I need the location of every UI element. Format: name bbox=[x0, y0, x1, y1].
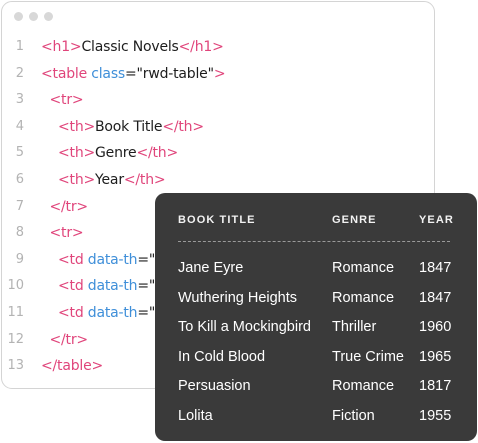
cell-title: Jane Eyre bbox=[178, 260, 244, 276]
code-text: <td data-th="B bbox=[41, 247, 165, 274]
code-tag-token: <tr> bbox=[41, 92, 84, 109]
table-row: Wuthering Heights Romance 1847 bbox=[155, 290, 477, 310]
window-dot-3[interactable] bbox=[44, 12, 53, 21]
cell-genre: Romance bbox=[332, 378, 395, 394]
code-tag-token: <tr> bbox=[41, 225, 84, 242]
code-tag-token: </h1> bbox=[178, 39, 224, 55]
code-tag-token: </th> bbox=[136, 145, 178, 162]
cell-year: 1965 bbox=[419, 348, 452, 365]
cell-year: 1960 bbox=[419, 319, 452, 335]
cell-genre: Thriller bbox=[332, 319, 377, 335]
cell-genre: Romance bbox=[332, 260, 395, 276]
code-line[interactable]: 4 <th>Book Title</th> bbox=[2, 114, 434, 141]
code-text: </tr> bbox=[41, 194, 89, 221]
code-line[interactable]: 2 <table class="rwd-table"> bbox=[2, 61, 434, 88]
cell-genre: Romance bbox=[332, 289, 395, 306]
code-tag-token: <th> bbox=[41, 171, 96, 188]
code-text-token: Year bbox=[95, 171, 124, 188]
cell-year: 1955 bbox=[419, 407, 452, 424]
header-book-title: BOOK TITLE bbox=[178, 214, 256, 226]
window-dot-2[interactable] bbox=[29, 12, 38, 21]
code-tag-token: <h1> bbox=[41, 39, 82, 55]
code-text: <td data-th="G bbox=[41, 273, 166, 300]
code-text: <th>Genre</th> bbox=[41, 140, 178, 167]
line-number: 9 bbox=[15, 251, 24, 267]
code-line[interactable]: 5 <th>Genre</th> bbox=[2, 140, 434, 167]
line-number: 10 bbox=[7, 278, 24, 294]
cell-title: In Cold Blood bbox=[178, 348, 266, 365]
code-text: <tr> bbox=[41, 87, 84, 114]
code-line[interactable]: 1 <h1>Classic Novels</h1> bbox=[2, 34, 434, 61]
cell-year: 1847 bbox=[419, 260, 452, 276]
table-row: In Cold Blood True Crime 1965 bbox=[155, 349, 477, 369]
line-number: 13 bbox=[7, 358, 24, 374]
cell-title: Persuasion bbox=[178, 378, 251, 394]
cell-genre: Fiction bbox=[332, 407, 375, 424]
code-text-token: Book Title bbox=[95, 118, 163, 135]
line-number: 5 bbox=[15, 145, 24, 161]
line-number: 4 bbox=[15, 118, 24, 134]
code-text: <tr> bbox=[41, 220, 84, 247]
line-number: 3 bbox=[15, 92, 24, 108]
code-line[interactable]: 3 <tr> bbox=[2, 87, 434, 114]
window-controls bbox=[14, 12, 53, 21]
code-text: <th>Year</th> bbox=[41, 167, 166, 194]
line-number: 6 bbox=[15, 171, 24, 187]
line-number: 1 bbox=[15, 39, 24, 54]
line-number: 7 bbox=[15, 198, 24, 214]
cell-title: To Kill a Mockingbird bbox=[178, 319, 311, 335]
line-number: 11 bbox=[7, 304, 24, 320]
code-text: <h1>Classic Novels</h1> bbox=[41, 34, 224, 61]
code-tag-token: <th> bbox=[41, 145, 96, 162]
cell-year: 1847 bbox=[419, 289, 452, 306]
code-tag-token: > bbox=[213, 65, 226, 82]
code-text: </table> bbox=[41, 353, 103, 380]
code-text: <table class="rwd-table"> bbox=[41, 61, 226, 88]
table-header-row: BOOK TITLE GENRE YEAR bbox=[155, 214, 477, 234]
code-tag-token: <td bbox=[41, 251, 88, 268]
cell-year: 1817 bbox=[419, 378, 452, 394]
code-attr-token: class bbox=[91, 65, 126, 82]
rendered-table-panel: BOOK TITLE GENRE YEAR Jane Eyre Romance … bbox=[155, 193, 477, 441]
code-text: </tr> bbox=[41, 327, 89, 354]
code-tag-token: <table bbox=[41, 65, 92, 82]
code-tag-token: </th> bbox=[162, 118, 204, 135]
code-line[interactable]: 6 <th>Year</th> bbox=[2, 167, 434, 194]
code-tag-token: <td bbox=[41, 304, 88, 321]
header-year: YEAR bbox=[419, 214, 454, 226]
table-row: Jane Eyre Romance 1847 bbox=[155, 260, 477, 280]
header-genre: GENRE bbox=[332, 214, 377, 226]
code-tag-token: <th> bbox=[41, 118, 96, 135]
code-tag-token: </tr> bbox=[41, 331, 89, 348]
code-tag-token: </table> bbox=[41, 358, 104, 375]
code-tag-token: </th> bbox=[123, 171, 166, 188]
header-divider bbox=[178, 241, 450, 242]
cell-title: Lolita bbox=[178, 407, 213, 424]
line-number: 2 bbox=[15, 65, 24, 81]
table-row: To Kill a Mockingbird Thriller 1960 bbox=[155, 319, 477, 339]
code-text-token: ="rwd-table" bbox=[125, 65, 214, 82]
code-text: <th>Book Title</th> bbox=[41, 114, 204, 141]
table-row: Persuasion Romance 1817 bbox=[155, 378, 477, 398]
code-text-token: Genre bbox=[95, 145, 137, 162]
code-text-token: Classic Novels bbox=[81, 39, 179, 55]
line-number: 12 bbox=[7, 331, 24, 347]
cell-genre: True Crime bbox=[332, 348, 404, 365]
cell-title: Wuthering Heights bbox=[178, 289, 298, 306]
code-text: <td data-th="Y bbox=[41, 300, 164, 327]
code-tag-token: </tr> bbox=[41, 198, 89, 215]
window-dot-1[interactable] bbox=[14, 12, 23, 21]
code-tag-token: <td bbox=[41, 278, 88, 295]
code-attr-token: data-th bbox=[87, 251, 138, 268]
table-row: Lolita Fiction 1955 bbox=[155, 408, 477, 428]
code-attr-token: data-th bbox=[87, 304, 138, 321]
line-number: 8 bbox=[15, 225, 24, 241]
code-attr-token: data-th bbox=[87, 278, 138, 295]
